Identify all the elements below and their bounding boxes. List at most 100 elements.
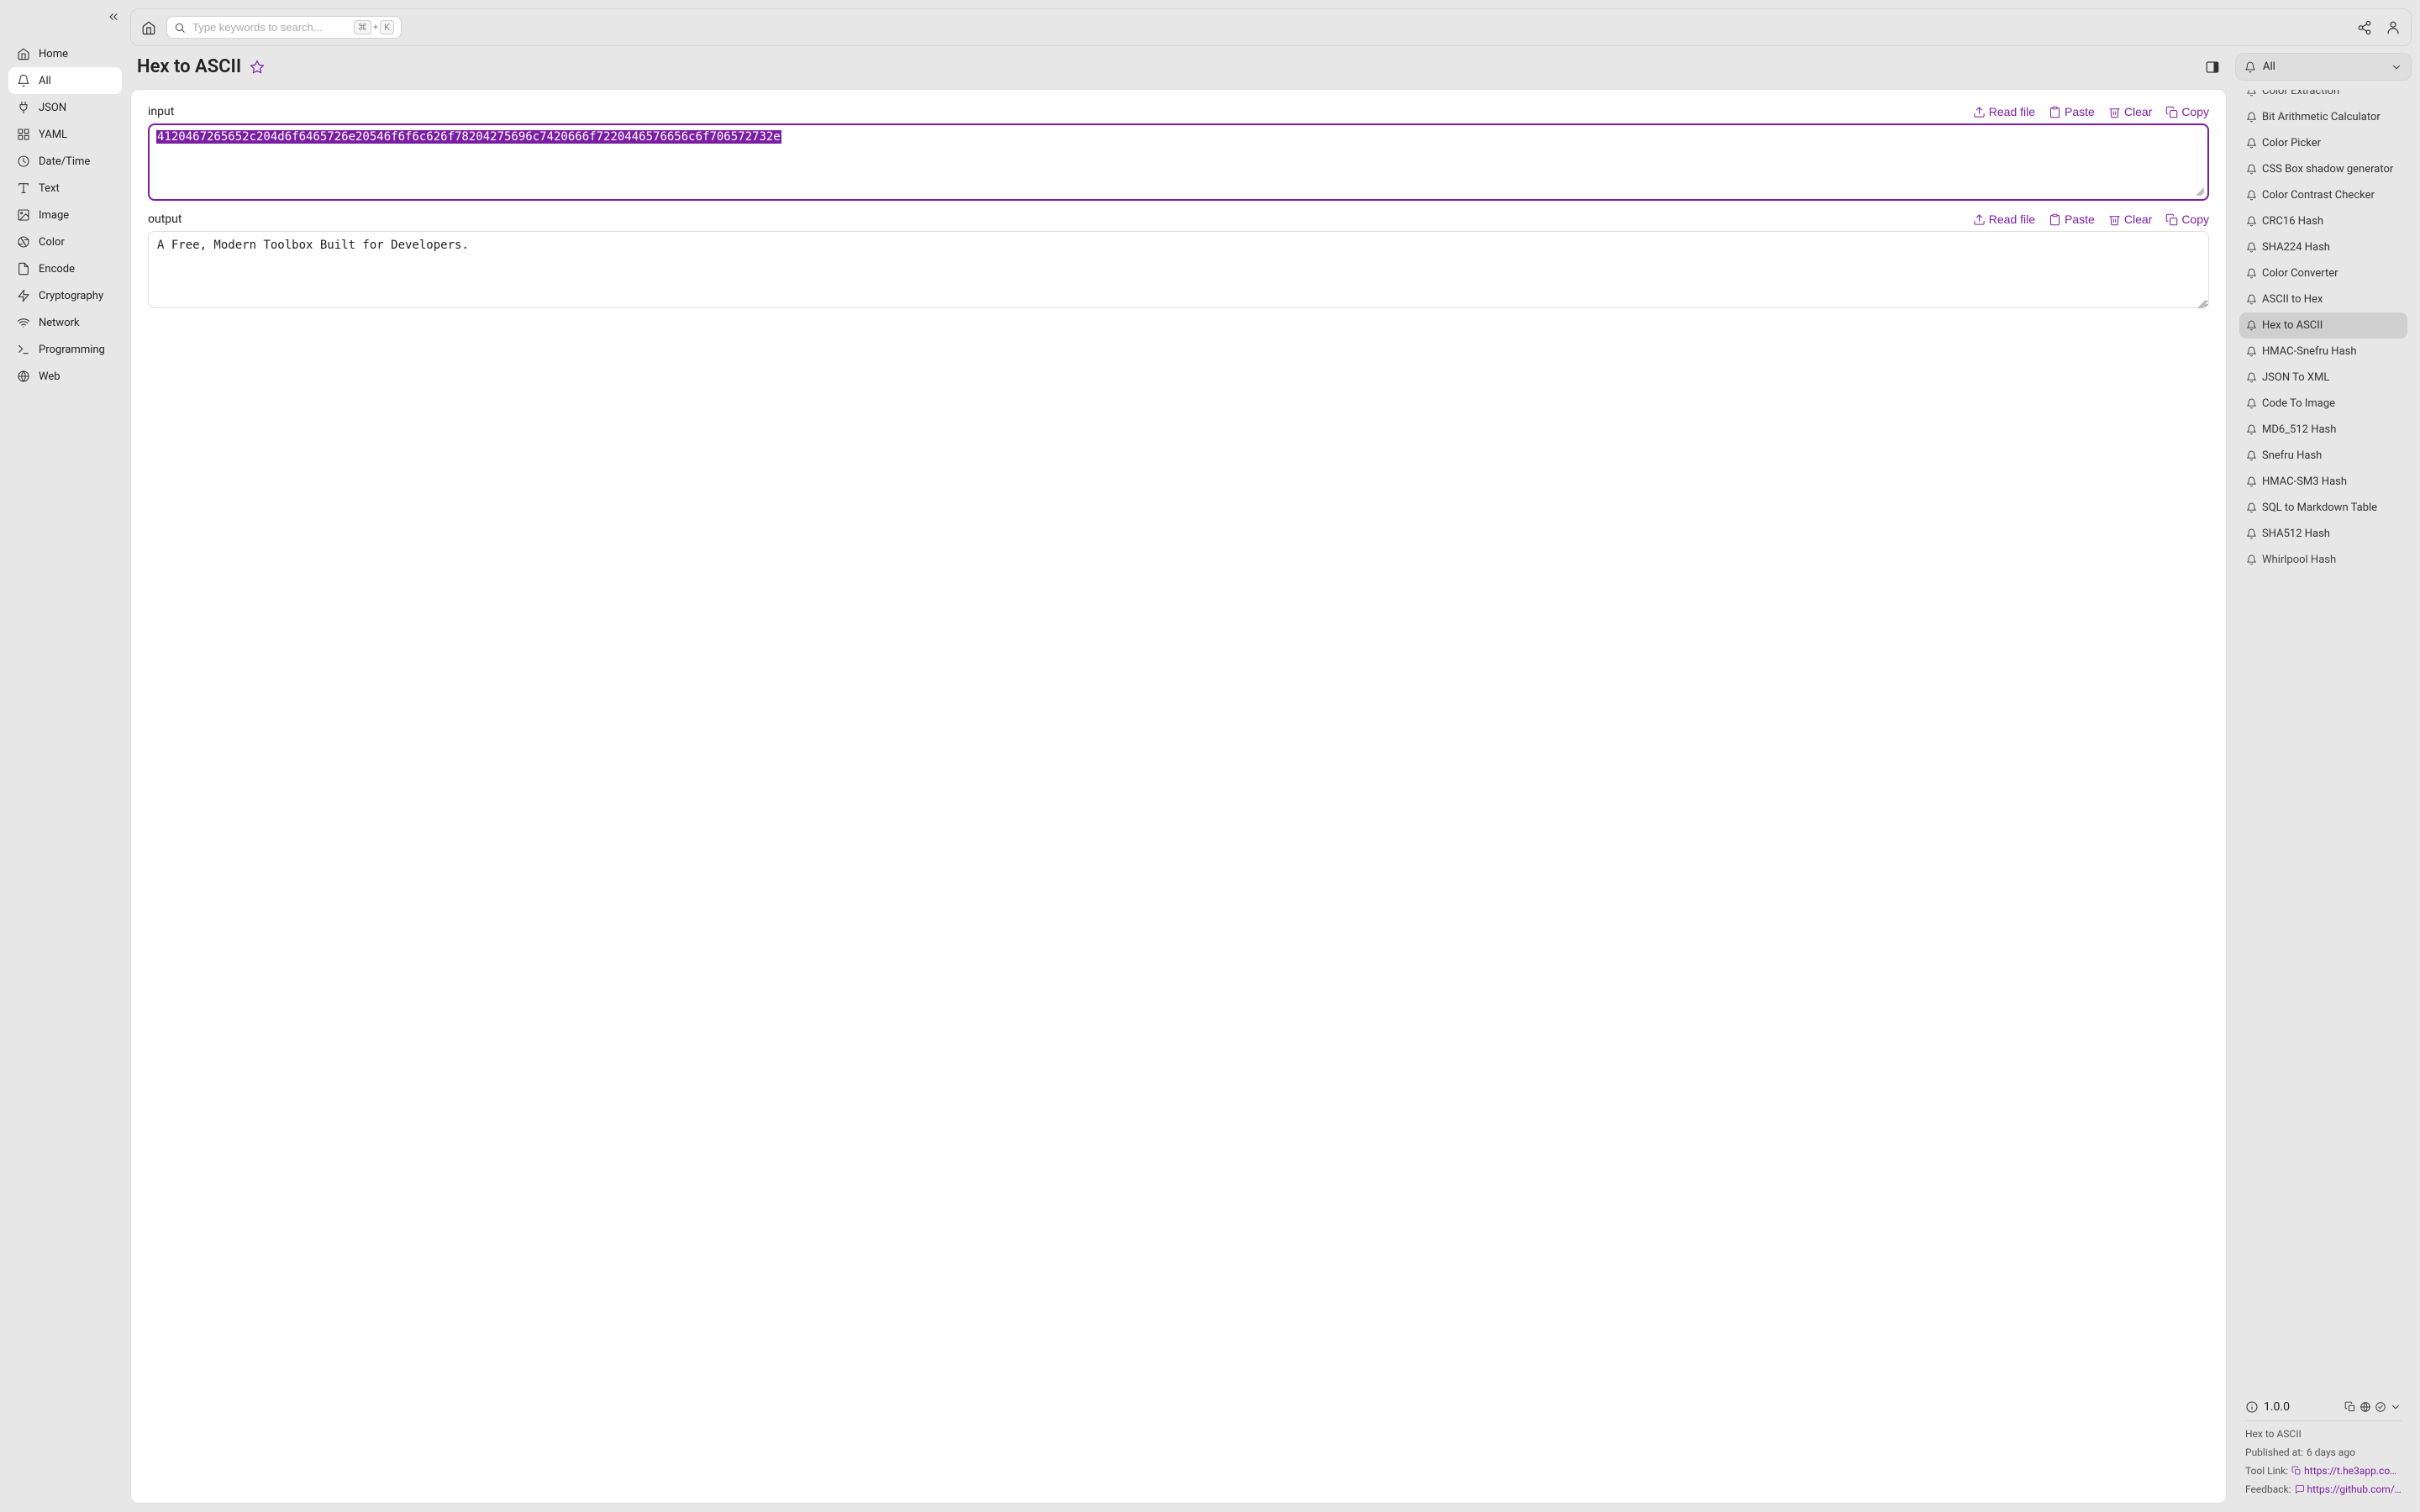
- info-copy-button[interactable]: [2344, 1401, 2356, 1413]
- tool-panel: input Read file Paste: [130, 89, 2227, 1504]
- chevron-down-icon: [2391, 61, 2402, 73]
- tool-link[interactable]: https://t.he3app.co…: [2291, 1465, 2396, 1477]
- search-icon: [174, 22, 186, 34]
- sidebar-item-label: Text: [39, 182, 60, 195]
- tool-item[interactable]: SHA224 Hash: [2239, 234, 2407, 260]
- bell-icon: [2246, 528, 2257, 539]
- profile-button[interactable]: [2386, 20, 2401, 35]
- bell-icon: [2246, 476, 2257, 487]
- output-textarea[interactable]: [148, 231, 2209, 308]
- output-copy-button[interactable]: Copy: [2165, 213, 2209, 226]
- tool-item[interactable]: Hex to ASCII: [2239, 312, 2407, 339]
- search-box[interactable]: ⌘ + K: [166, 16, 402, 39]
- tool-item[interactable]: Color Converter: [2239, 260, 2407, 286]
- input-copy-button[interactable]: Copy: [2165, 105, 2209, 118]
- tool-item[interactable]: Color Picker: [2239, 130, 2407, 156]
- input-paste-button[interactable]: Paste: [2049, 105, 2095, 118]
- tool-item[interactable]: HMAC-SM3 Hash: [2239, 469, 2407, 495]
- sidebar-item-text[interactable]: Text: [8, 175, 122, 202]
- sidebar-item-image[interactable]: Image: [8, 202, 122, 228]
- sidebar-item-encode[interactable]: Encode: [8, 255, 122, 282]
- sidebar-item-web[interactable]: Web: [8, 363, 122, 390]
- wifi-icon: [17, 316, 30, 329]
- tool-item-label: Color Contrast Checker: [2262, 189, 2375, 202]
- bell-icon: [2246, 320, 2257, 331]
- terminal-icon: [17, 343, 30, 356]
- sidebar-item-datetime[interactable]: Date/Time: [8, 148, 122, 175]
- output-readfile-button[interactable]: Read file: [1973, 213, 2035, 226]
- topbar: ⌘ + K: [130, 8, 2412, 46]
- share-button[interactable]: [2357, 20, 2372, 35]
- home-button[interactable]: [141, 20, 156, 35]
- tool-item[interactable]: HMAC-Snefru Hash: [2239, 339, 2407, 365]
- copy-icon: [2165, 106, 2178, 118]
- input-clear-button[interactable]: Clear: [2108, 105, 2152, 118]
- info-globe-button[interactable]: [2360, 1401, 2371, 1413]
- sidebar-item-color[interactable]: Color: [8, 228, 122, 255]
- tool-item-label: Color Converter: [2262, 267, 2338, 280]
- output-label: output: [148, 213, 182, 226]
- tool-item-label: Color Extraction: [2262, 90, 2339, 97]
- sidebar-item-cryptography[interactable]: Cryptography: [8, 282, 122, 309]
- sidebar-item-label: Color: [39, 236, 65, 249]
- tool-item-label: MD6_512 Hash: [2262, 423, 2336, 436]
- sidebar-item-home[interactable]: Home: [8, 40, 122, 67]
- input-readfile-button[interactable]: Read file: [1973, 105, 2035, 118]
- sidebar-item-label: YAML: [39, 129, 67, 141]
- info-tool-link: Tool Link: https://t.he3app.co…: [2245, 1465, 2402, 1477]
- sidebar-collapse-button[interactable]: [107, 10, 120, 28]
- kbd-plus: +: [373, 22, 378, 33]
- topbar-actions: [2357, 20, 2401, 35]
- tool-item[interactable]: Color Extraction: [2239, 90, 2407, 104]
- tool-item[interactable]: CSS Box shadow generator: [2239, 156, 2407, 182]
- panel-toggle-button[interactable]: [2205, 60, 2220, 75]
- output-paste-button[interactable]: Paste: [2049, 213, 2095, 226]
- right-filter-dropdown[interactable]: All: [2235, 53, 2412, 81]
- tool-item-label: Hex to ASCII: [2262, 319, 2323, 332]
- globe-icon: [17, 370, 30, 383]
- sidebar-item-label: Cryptography: [39, 290, 103, 302]
- tool-item[interactable]: JSON To XML: [2239, 365, 2407, 391]
- kbd-key: K: [380, 20, 394, 34]
- input-textarea[interactable]: 4120467265652c204d6f6465726e20546f6f6c62…: [148, 123, 2209, 201]
- tool-list[interactable]: Color Extraction Bit Arithmetic Calculato…: [2236, 90, 2411, 1383]
- bell-icon: [2246, 502, 2257, 513]
- tool-item[interactable]: Code To Image: [2239, 391, 2407, 417]
- right-filter-label: All: [2263, 60, 2275, 73]
- tool-item[interactable]: SQL to Markdown Table: [2239, 495, 2407, 521]
- tool-item[interactable]: ASCII to Hex: [2239, 286, 2407, 312]
- bell-icon: [2246, 216, 2257, 227]
- info-icon: [2245, 1400, 2259, 1414]
- bell-icon: [2246, 190, 2257, 201]
- page-title: Hex to ASCII: [137, 56, 241, 77]
- output-clear-button[interactable]: Clear: [2108, 213, 2152, 226]
- info-check-button[interactable]: [2375, 1401, 2386, 1413]
- tool-item-label: CRC16 Hash: [2262, 215, 2323, 228]
- sidebar-item-label: Home: [39, 48, 68, 60]
- feedback-link[interactable]: https://github.com/…: [2295, 1483, 2402, 1495]
- bell-icon: [2244, 61, 2256, 73]
- info-expand-button[interactable]: [2390, 1401, 2402, 1413]
- bell-icon: [2246, 242, 2257, 253]
- sidebar-item-all[interactable]: All: [8, 67, 122, 94]
- file-icon: [17, 262, 30, 276]
- tool-item[interactable]: SHA512 Hash: [2239, 521, 2407, 547]
- search-input[interactable]: [192, 21, 347, 34]
- tool-item[interactable]: CRC16 Hash: [2239, 208, 2407, 234]
- sidebar-item-programming[interactable]: Programming: [8, 336, 122, 363]
- image-icon: [17, 208, 30, 222]
- sidebar-item-yaml[interactable]: YAML: [8, 121, 122, 148]
- search-shortcut: ⌘ + K: [354, 20, 394, 34]
- bell-icon: [17, 74, 30, 87]
- tool-item[interactable]: Snefru Hash: [2239, 443, 2407, 469]
- tool-item[interactable]: Color Contrast Checker: [2239, 182, 2407, 208]
- sidebar-item-network[interactable]: Network: [8, 309, 122, 336]
- favorite-button[interactable]: [250, 60, 265, 75]
- tool-item[interactable]: Bit Arithmetic Calculator: [2239, 104, 2407, 130]
- bell-icon: [2246, 450, 2257, 461]
- sidebar-item-json[interactable]: JSON: [8, 94, 122, 121]
- tool-item[interactable]: MD6_512 Hash: [2239, 417, 2407, 443]
- tool-item[interactable]: Whirlpool Hash: [2239, 547, 2407, 573]
- tool-item-label: ASCII to Hex: [2262, 293, 2323, 306]
- info-published: Published at: 6 days ago: [2245, 1446, 2402, 1458]
